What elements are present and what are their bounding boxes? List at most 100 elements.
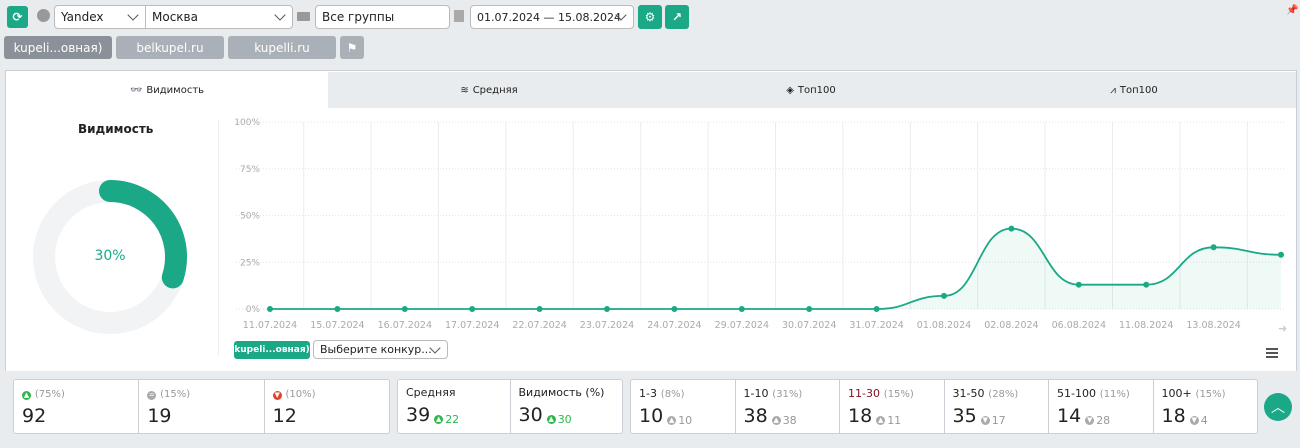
data-point <box>1210 244 1217 251</box>
average-cell[interactable]: Средняя 39 ▲ 22 <box>398 380 511 433</box>
menu-icon[interactable] <box>1266 348 1278 358</box>
range-pct: (15%) <box>883 389 914 400</box>
up-arrow-icon: ▲ <box>546 415 556 424</box>
x-tick-label: 29.07.2024 <box>715 320 769 331</box>
range-label: 100+ <box>1161 387 1192 400</box>
y-tick-label: 0% <box>246 305 261 315</box>
x-tick-label: 01.08.2024 <box>917 320 971 331</box>
data-point <box>1143 281 1150 288</box>
range-delta: 17 <box>991 414 1006 427</box>
range-label: 51-100 <box>1057 387 1096 400</box>
equal-arrow-icon: = <box>147 391 157 400</box>
range-label: 31-50 <box>952 387 985 400</box>
up-arrow-icon: ▲ <box>22 391 31 400</box>
average-stats: Средняя 39 ▲ 22 Видимость (%) 30 ▲ 30 <box>397 379 623 434</box>
trend-cell[interactable]: ▼ (10%) 12 <box>265 380 389 433</box>
x-tick-label: 11.07.2024 <box>243 320 297 331</box>
data-point <box>334 306 341 312</box>
data-point <box>469 306 476 312</box>
data-point <box>401 306 408 312</box>
average-label: Видимость (%) <box>518 386 605 399</box>
data-point <box>1278 251 1284 258</box>
range-pct: (11%) <box>1099 389 1130 400</box>
range-value: 10 <box>639 405 664 427</box>
range-label: 1-10 <box>743 387 769 400</box>
x-tick-label: 22.07.2024 <box>512 320 566 331</box>
range-delta: 38 <box>782 414 797 427</box>
range-pct: (31%) <box>772 389 803 400</box>
range-label: 11-30 <box>848 387 880 400</box>
range-cell[interactable]: 31-50 (28%) 35 ▼ 17 <box>945 380 1049 433</box>
trend-pct: (75%) <box>34 389 65 400</box>
legend-site[interactable]: kupeli...овная) <box>234 341 310 359</box>
data-point <box>1075 281 1082 288</box>
competitor-placeholder: Выберите конкур... <box>320 343 432 356</box>
data-point <box>738 306 745 312</box>
x-tick-label: 11.08.2024 <box>1119 320 1173 331</box>
x-tick-label: 31.07.2024 <box>849 320 903 331</box>
y-tick-label: 25% <box>240 258 260 268</box>
data-point <box>1008 225 1015 232</box>
average-delta: 22 <box>445 413 460 426</box>
average-value: 30 <box>518 404 543 426</box>
data-point <box>873 306 880 312</box>
trend-cell[interactable]: = (15%) 19 <box>139 380 265 433</box>
range-cell[interactable]: 1-3 (8%) 10 ▲ 10 <box>631 380 736 433</box>
range-label: 1-3 <box>639 387 657 400</box>
visibility-chart: 0% 25% 50% 75% 100% 11.07.2024 15.07.2024 16.07… <box>234 118 1285 331</box>
trend-value: 92 <box>22 405 47 427</box>
y-tick-label: 100% <box>234 118 260 128</box>
average-cell[interactable]: Видимость (%) 30 ▲ 30 <box>511 380 623 433</box>
data-point <box>536 306 543 312</box>
data-point <box>941 292 947 299</box>
trend-value: 19 <box>147 405 172 427</box>
range-pct: (28%) <box>988 389 1019 400</box>
range-cell[interactable]: 1-10 (31%) 38 ▲ 38 <box>736 380 840 433</box>
data-point <box>604 306 610 312</box>
average-value: 39 <box>406 404 431 426</box>
range-cell[interactable]: 51-100 (11%) 14 ▼ 28 <box>1049 380 1154 433</box>
up-arrow-icon: ▲ <box>771 416 781 425</box>
up-arrow-icon: ▲ <box>876 416 886 425</box>
range-pct: (15%) <box>1195 389 1226 400</box>
trend-pct: (15%) <box>160 389 191 400</box>
range-value: 35 <box>952 405 977 427</box>
up-arrow-icon: ▲ <box>434 415 444 424</box>
range-pct: (8%) <box>660 389 685 400</box>
down-arrow-icon: ▼ <box>1189 416 1199 425</box>
data-point <box>267 306 273 312</box>
x-tick-label: 06.08.2024 <box>1052 320 1106 331</box>
range-delta: 10 <box>678 414 693 427</box>
competitor-select[interactable]: Выберите конкур... <box>313 340 448 359</box>
x-tick-label: 02.08.2024 <box>984 320 1038 331</box>
down-arrow-icon: ▼ <box>272 391 282 400</box>
down-arrow-icon: ▼ <box>1085 416 1095 425</box>
trend-value: 12 <box>272 405 297 427</box>
data-point <box>806 306 813 312</box>
range-value: 18 <box>848 405 873 427</box>
range-cell[interactable]: 11-30 (15%) 18 ▲ 11 <box>840 380 945 433</box>
y-tick-label: 75% <box>240 165 260 175</box>
range-delta: 11 <box>887 414 902 427</box>
trend-cell[interactable]: ▲ (75%) 92 <box>14 380 140 433</box>
average-label: Средняя <box>406 386 456 399</box>
x-tick-label: 30.07.2024 <box>782 320 836 331</box>
range-value: 14 <box>1057 405 1082 427</box>
x-tick-label: 15.07.2024 <box>310 320 364 331</box>
trend-stats: ▲ (75%) 92 = (15%) 19 ▼ (10%) 12 <box>13 379 390 434</box>
data-point <box>671 306 678 312</box>
range-delta: 28 <box>1096 414 1111 427</box>
range-value: 18 <box>1161 405 1186 427</box>
down-arrow-icon: ▼ <box>980 416 990 425</box>
scroll-right-icon[interactable]: ➜ <box>1278 322 1287 335</box>
range-stats: 1-3 (8%) 10 ▲ 10 1-10 (31%) 38 ▲ 38 11-30 (15%) 1… <box>630 379 1258 434</box>
y-tick-label: 50% <box>240 212 260 222</box>
up-arrow-icon: ▲ <box>667 416 677 425</box>
x-tick-label: 13.08.2024 <box>1186 320 1240 331</box>
range-cell[interactable]: 100+ (15%) 18 ▼ 4 <box>1154 380 1258 433</box>
average-delta: 30 <box>557 413 572 426</box>
x-tick-label: 23.07.2024 <box>580 320 634 331</box>
x-tick-label: 24.07.2024 <box>647 320 701 331</box>
x-tick-label: 16.07.2024 <box>378 320 432 331</box>
scroll-top-button[interactable]: ︿ <box>1264 393 1292 421</box>
